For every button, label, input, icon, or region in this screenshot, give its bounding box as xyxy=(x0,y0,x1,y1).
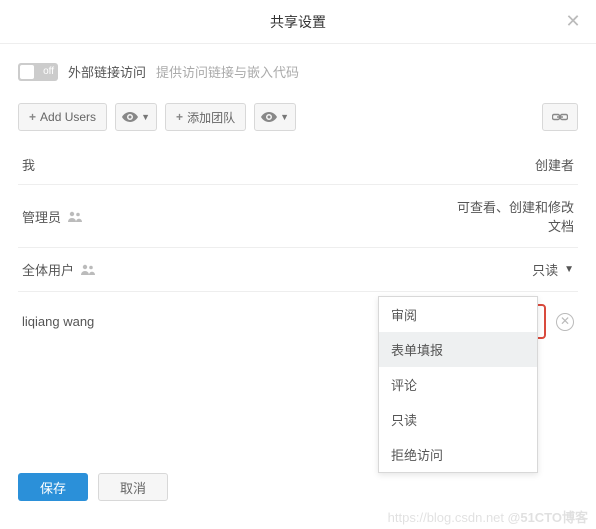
row-name-label: 全体用户 xyxy=(22,260,74,279)
toolbar: + Add Users ▼ + 添加团队 ▼ xyxy=(18,103,578,131)
toggle-state-label: off xyxy=(43,66,54,77)
row-perm-label: 可查看、创建和修改文档 xyxy=(454,197,574,235)
eye-icon xyxy=(261,112,277,122)
watermark-right: @51CTO博客 xyxy=(508,510,588,525)
row-name-label: liqiang wang xyxy=(22,314,94,329)
perm-option-deny[interactable]: 拒绝访问 xyxy=(379,437,537,472)
row-perm[interactable]: 可查看、创建和修改文档 xyxy=(454,197,574,235)
row-perm-label: 只读 xyxy=(532,260,558,279)
user-visibility-button[interactable]: ▼ xyxy=(115,103,157,131)
people-icon xyxy=(67,211,83,222)
save-button[interactable]: 保存 xyxy=(18,473,88,501)
copy-link-button[interactable] xyxy=(542,103,578,131)
dialog-header: 共享设置 ✕ xyxy=(0,0,596,44)
share-row-all-users: 全体用户 只读 ▼ xyxy=(18,247,578,291)
external-link-row: off 外部链接访问 提供访问链接与嵌入代码 xyxy=(18,62,578,81)
list-header-perm: 创建者 xyxy=(535,155,574,174)
external-link-toggle[interactable]: off xyxy=(18,63,58,81)
share-row-admin: 管理员 可查看、创建和修改文档 xyxy=(18,184,578,247)
add-team-label: 添加团队 xyxy=(187,109,235,126)
add-team-button[interactable]: + 添加团队 xyxy=(165,103,246,131)
cancel-button[interactable]: 取消 xyxy=(98,473,168,501)
perm-option-form-fill[interactable]: 表单填报 xyxy=(379,332,537,367)
team-visibility-button[interactable]: ▼ xyxy=(254,103,296,131)
remove-user-button[interactable]: ✕ xyxy=(556,313,574,331)
plus-icon: + xyxy=(29,110,36,124)
list-header: 我 创建者 xyxy=(18,145,578,184)
permission-dropdown: 审阅 表单填报 评论 只读 拒绝访问 xyxy=(378,296,538,473)
row-name-label: 管理员 xyxy=(22,207,61,226)
external-link-label: 外部链接访问 xyxy=(68,62,146,81)
caret-down-icon: ▼ xyxy=(564,264,574,275)
dialog-title: 共享设置 xyxy=(270,12,326,32)
list-header-name: 我 xyxy=(22,155,35,174)
perm-option-readonly[interactable]: 只读 xyxy=(379,402,537,437)
people-icon xyxy=(80,264,96,275)
close-button[interactable]: ✕ xyxy=(564,12,582,30)
toggle-knob xyxy=(20,65,34,79)
link-icon xyxy=(552,112,568,122)
row-perm-dropdown[interactable]: 只读 ▼ xyxy=(532,260,574,279)
caret-down-icon: ▼ xyxy=(280,112,289,122)
watermark: https://blog.csdn.net @51CTO博客 xyxy=(388,507,588,526)
add-users-button[interactable]: + Add Users xyxy=(18,103,107,131)
external-link-desc: 提供访问链接与嵌入代码 xyxy=(156,62,299,81)
caret-down-icon: ▼ xyxy=(141,112,150,122)
perm-option-comment[interactable]: 评论 xyxy=(379,367,537,402)
watermark-left: https://blog.csdn.net xyxy=(388,510,504,525)
dialog-footer: 保存 取消 xyxy=(18,473,168,501)
add-users-label: Add Users xyxy=(40,110,96,124)
perm-option-review[interactable]: 审阅 xyxy=(379,297,537,332)
plus-icon: + xyxy=(176,110,183,124)
eye-icon xyxy=(122,112,138,122)
